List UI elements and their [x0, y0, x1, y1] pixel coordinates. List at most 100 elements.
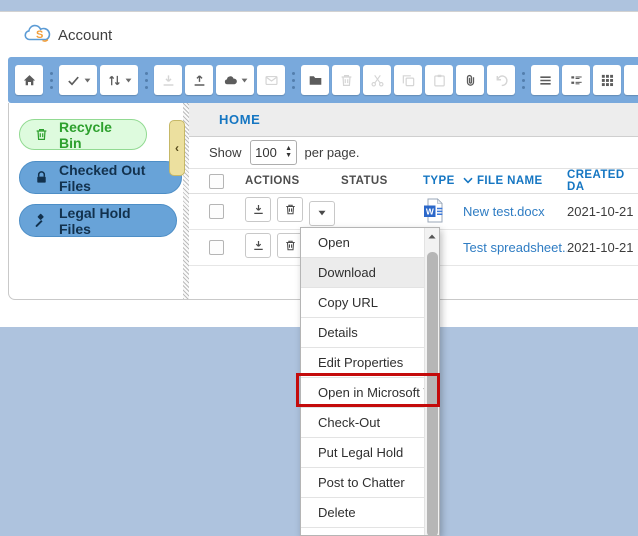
- chevron-left-icon: ‹: [175, 141, 179, 155]
- page-size-decrement-button[interactable]: ▼: [285, 153, 292, 159]
- detail-view-icon: [569, 73, 584, 88]
- menu-item-open-in-microsoft-word[interactable]: Open in Microsoft Word: [301, 378, 424, 408]
- menu-item-open[interactable]: Open: [301, 228, 424, 258]
- menu-item-delete[interactable]: Delete: [301, 498, 424, 528]
- copy-button: [394, 65, 422, 95]
- svg-text:W: W: [426, 206, 434, 216]
- column-header-status: STATUS: [341, 175, 423, 187]
- created-date: 2021-10-21 1: [567, 204, 638, 219]
- show-label: Show: [209, 145, 242, 160]
- toolbar-separator: [290, 65, 296, 95]
- context-menu: OpenDownloadCopy URLDetailsEdit Properti…: [300, 227, 440, 536]
- toolbar: [8, 57, 638, 103]
- scrollbar-thumb[interactable]: [427, 252, 438, 536]
- table-row: W New test.docx2021-10-21 1: [189, 194, 638, 230]
- trash-button: [332, 65, 360, 95]
- grid-view-button[interactable]: [593, 65, 621, 95]
- tab-home[interactable]: HOME: [219, 112, 260, 127]
- file-name-link[interactable]: New test.docx: [463, 204, 567, 219]
- gavel-icon: [34, 213, 49, 228]
- menu-item-edit-properties[interactable]: Edit Properties: [301, 348, 424, 378]
- download-icon: [252, 203, 265, 216]
- toolbar-separator: [520, 65, 526, 95]
- download-button[interactable]: [245, 197, 271, 222]
- trash-button[interactable]: [277, 197, 303, 222]
- grid-view-icon: [600, 73, 615, 88]
- menu-caret-button[interactable]: [309, 201, 335, 226]
- created-date: 2021-10-21 1: [567, 240, 638, 255]
- trash-icon: [284, 203, 297, 216]
- toolbar-separator: [143, 65, 149, 95]
- paperclip-button[interactable]: [456, 65, 484, 95]
- sidebar-item-checked-out-files[interactable]: Checked Out Files: [19, 161, 182, 194]
- column-header-type[interactable]: TYPE: [423, 175, 463, 187]
- app-cloud-logo-icon: S: [22, 24, 54, 44]
- download-icon: [161, 73, 176, 88]
- copy-icon: [401, 73, 416, 88]
- tab-strip: HOME: [189, 103, 638, 137]
- file-type-cell: W: [423, 198, 463, 226]
- menu-item-check-out[interactable]: Check-Out: [301, 408, 424, 438]
- list-view-icon: [538, 73, 553, 88]
- sidebar-collapse-button[interactable]: ‹: [169, 120, 185, 176]
- cloud-button[interactable]: [216, 65, 254, 95]
- trash-icon: [34, 127, 49, 142]
- sort-button[interactable]: [100, 65, 138, 95]
- per-page-label: per page.: [305, 145, 360, 160]
- row-checkbox[interactable]: [209, 204, 224, 219]
- page-size-value[interactable]: 100: [251, 145, 282, 160]
- upload-button[interactable]: [185, 65, 213, 95]
- paperclip-icon: [463, 73, 478, 88]
- pagination-row: Show 100 ▲ ▼ per page.: [189, 137, 638, 169]
- check-icon: [66, 73, 81, 88]
- download-icon: [252, 239, 265, 252]
- cloud-icon: [223, 73, 238, 88]
- caret-icon: [84, 78, 91, 83]
- menu-item-put-legal-hold[interactable]: Put Legal Hold: [301, 438, 424, 468]
- download-button: [154, 65, 182, 95]
- menu-item-copy-url[interactable]: Copy URL: [301, 288, 424, 318]
- row-actions: [245, 197, 341, 226]
- select-all-checkbox[interactable]: [209, 174, 224, 189]
- check-button[interactable]: [59, 65, 97, 95]
- column-header-file-name[interactable]: FILE NAME: [463, 175, 567, 188]
- menu-item-download[interactable]: Download: [301, 258, 424, 288]
- page-size-stepper[interactable]: 100 ▲ ▼: [250, 140, 297, 165]
- trash-icon: [339, 73, 354, 88]
- caret-icon: [241, 78, 248, 83]
- sidebar-item-label: Legal Hold Files: [59, 205, 162, 237]
- undo-button: [487, 65, 515, 95]
- sidebar-item-legal-hold-files[interactable]: Legal Hold Files: [19, 204, 177, 237]
- lock-icon: [34, 170, 49, 185]
- menu-scrollbar[interactable]: [424, 228, 439, 535]
- column-header-actions: ACTIONS: [245, 175, 341, 187]
- column-header-created-da[interactable]: CREATED DA: [567, 169, 638, 193]
- detail-view-button[interactable]: [562, 65, 590, 95]
- cut-button: [363, 65, 391, 95]
- svg-text:S: S: [36, 29, 43, 41]
- file-name-link[interactable]: Test spreadsheet...: [463, 240, 567, 255]
- word-doc-icon: W: [423, 198, 446, 223]
- row-checkbox[interactable]: [209, 240, 224, 255]
- chevron-down-icon: [463, 177, 473, 184]
- menu-item-post-to-chatter[interactable]: Post to Chatter: [301, 468, 424, 498]
- download-button[interactable]: [245, 233, 271, 258]
- trash-icon: [284, 239, 297, 252]
- sidebar-item-recycle-bin[interactable]: Recycle Bin: [19, 119, 147, 150]
- undo-icon: [494, 73, 509, 88]
- upload-icon: [192, 73, 207, 88]
- table-header: ACTIONSSTATUSTYPE FILE NAME CREATED DA: [189, 169, 638, 194]
- column-label: FILE NAME: [477, 175, 543, 187]
- caret-icon: [125, 78, 132, 83]
- folder-icon: [308, 73, 323, 88]
- sort-icon: [107, 73, 122, 88]
- mail-button: [257, 65, 285, 95]
- list-view-button[interactable]: [531, 65, 559, 95]
- sidebar: Recycle Bin Checked Out Files Legal Hold F…: [9, 103, 183, 299]
- menu-item-details[interactable]: Details: [301, 318, 424, 348]
- scroll-up-button[interactable]: [425, 228, 439, 244]
- top-strip: [0, 0, 638, 12]
- folder-button[interactable]: [301, 65, 329, 95]
- home-button[interactable]: [15, 65, 43, 95]
- clipped-edge-button[interactable]: [624, 65, 638, 95]
